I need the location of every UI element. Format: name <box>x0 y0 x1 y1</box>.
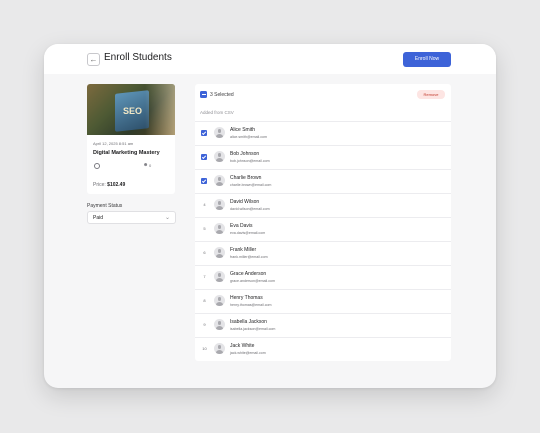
row-checkbox[interactable] <box>201 130 207 136</box>
payment-status-label: Payment Status <box>87 203 123 209</box>
clock-icon <box>94 163 100 169</box>
price-value: $102.49 <box>107 182 126 188</box>
avatar-icon <box>214 127 225 138</box>
student-email: henry.thomas@email.com <box>230 303 272 307</box>
student-name: Jack White <box>230 343 255 349</box>
row-number: 4 <box>203 202 206 207</box>
student-row[interactable]: Bob Johnson bob.johnson@email.com <box>195 145 451 169</box>
course-date: April 12, 2025 8:51 am <box>93 141 134 146</box>
row-number: 5 <box>203 226 206 231</box>
student-email: charlie.brown@email.com <box>230 183 272 187</box>
student-list-panel: 3 Selected Remove Added from CSV Alice S… <box>195 84 451 361</box>
student-name: Frank Miller <box>230 247 257 253</box>
student-row[interactable]: 4 David Wilson david.wilson@email.com <box>195 193 451 217</box>
avatar-icon <box>214 295 225 306</box>
thumbnail-text: SEO <box>123 106 143 116</box>
student-email: grace.anderson@email.com <box>230 279 275 283</box>
enrolled-count: 0 <box>149 163 152 168</box>
student-name: David Wilson <box>230 199 260 205</box>
student-email: frank.miller@email.com <box>230 255 268 259</box>
select-all-checkbox[interactable] <box>200 91 207 98</box>
student-name: Henry Thomas <box>230 295 263 301</box>
payment-status-select[interactable]: Paid ⌄ <box>87 211 176 224</box>
section-label: Added from CSV <box>200 110 234 115</box>
remove-button[interactable]: Remove <box>417 90 445 99</box>
avatar-icon <box>214 223 225 234</box>
student-email: david.wilson@email.com <box>230 207 270 211</box>
student-email: alice.smith@email.com <box>230 135 267 139</box>
app-window: ← Enroll Students Enroll Now SEO April 1… <box>44 44 496 388</box>
row-number: 6 <box>203 250 206 255</box>
avatar-icon <box>214 319 225 330</box>
selected-count: 3 Selected <box>210 92 234 98</box>
student-row[interactable]: 8 Henry Thomas henry.thomas@email.com <box>195 289 451 313</box>
student-row[interactable]: Charlie Brown charlie.brown@email.com <box>195 169 451 193</box>
student-email: eva.davis@email.com <box>230 231 266 235</box>
light-glow <box>145 84 175 135</box>
student-row[interactable]: 7 Grace Anderson grace.anderson@email.com <box>195 265 451 289</box>
avatar-icon <box>214 247 225 258</box>
row-checkbox[interactable] <box>201 154 207 160</box>
avatar-icon <box>214 199 225 210</box>
row-number: 8 <box>203 298 206 303</box>
student-name: Isabella Jackson <box>230 319 267 325</box>
avatar-icon <box>214 175 225 186</box>
header-bar: ← Enroll Students Enroll Now <box>44 44 496 74</box>
student-email: jack.white@email.com <box>230 351 266 355</box>
student-email: bob.johnson@email.com <box>230 159 270 163</box>
page-title: Enroll Students <box>104 52 172 63</box>
student-row[interactable]: 9 Isabella Jackson isabella.jackson@email.… <box>195 313 451 337</box>
row-number: 9 <box>203 322 206 327</box>
payment-status-value: Paid <box>93 215 104 221</box>
course-thumbnail: SEO <box>87 84 175 135</box>
row-number: 10 <box>202 346 207 351</box>
student-name: Alice Smith <box>230 127 256 133</box>
course-price: Price: $102.49 <box>93 182 125 188</box>
student-row[interactable]: 10 Jack White jack.white@email.com <box>195 337 451 361</box>
avatar-icon <box>214 343 225 354</box>
row-checkbox[interactable] <box>201 178 207 184</box>
student-row[interactable]: 5 Eva Davis eva.davis@email.com <box>195 217 451 241</box>
student-email: isabella.jackson@email.com <box>230 327 276 331</box>
course-card: SEO April 12, 2025 8:51 am Digital Marke… <box>87 84 175 194</box>
student-name: Grace Anderson <box>230 271 267 277</box>
enroll-now-button[interactable]: Enroll Now <box>403 52 451 67</box>
row-number: 7 <box>203 274 206 279</box>
student-name: Eva Davis <box>230 223 253 229</box>
course-name: Digital Marketing Mastery <box>93 150 160 156</box>
student-name: Charlie Brown <box>230 175 262 181</box>
student-name: Bob Johnson <box>230 151 260 157</box>
user-icon: ☻ <box>143 162 149 168</box>
arrow-left-icon[interactable]: ← <box>87 53 100 66</box>
avatar-icon <box>214 151 225 162</box>
chevron-down-icon: ⌄ <box>165 215 171 221</box>
student-row[interactable]: Alice Smith alice.smith@email.com <box>195 121 451 145</box>
avatar-icon <box>214 271 225 282</box>
price-label: Price: <box>93 182 106 188</box>
student-row[interactable]: 6 Frank Miller frank.miller@email.com <box>195 241 451 265</box>
